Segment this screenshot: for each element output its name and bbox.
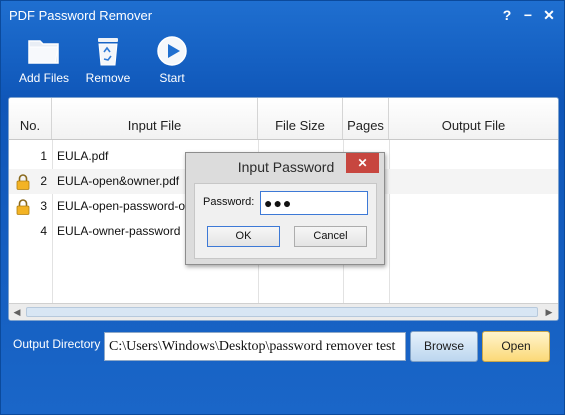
toolbar: Add Files Remove Start: [1, 35, 564, 91]
row-number: 3: [40, 199, 47, 213]
col-no[interactable]: No.: [9, 98, 52, 139]
col-output-file[interactable]: Output File: [389, 98, 558, 139]
title-bar: PDF Password Remover ? − ✕: [1, 1, 564, 31]
browse-button[interactable]: Browse: [410, 331, 478, 362]
password-label: Password:: [203, 196, 255, 208]
row-number: 1: [40, 149, 47, 163]
input-password-dialog: Input Password ✕ Password: ●●● OK Cancel: [185, 152, 385, 265]
col-file-size[interactable]: File Size: [258, 98, 343, 139]
dialog-close-button[interactable]: ✕: [346, 153, 379, 173]
add-files-button[interactable]: Add Files: [12, 35, 76, 85]
output-directory-label: Output Directory: [13, 337, 101, 351]
close-button[interactable]: ✕: [540, 6, 558, 24]
col-input-file[interactable]: Input File: [52, 98, 258, 139]
row-number: 2: [40, 174, 47, 188]
remove-button[interactable]: Remove: [76, 35, 140, 85]
horizontal-scrollbar[interactable]: ◀ ▶: [9, 303, 558, 320]
output-directory-input[interactable]: C:\Users\Windows\Desktop\password remove…: [104, 332, 406, 361]
play-icon: [157, 36, 187, 66]
dialog-body: Password: ●●● OK Cancel: [194, 183, 377, 259]
help-button[interactable]: ?: [498, 6, 516, 24]
remove-label: Remove: [85, 71, 131, 85]
open-button[interactable]: Open: [482, 331, 550, 362]
ok-button[interactable]: OK: [207, 226, 280, 247]
recycle-bin-icon: [98, 38, 118, 66]
cancel-button[interactable]: Cancel: [294, 226, 367, 247]
scroll-right-icon[interactable]: ▶: [541, 304, 557, 320]
add-files-label: Add Files: [18, 71, 70, 85]
start-label: Start: [159, 71, 185, 85]
password-input[interactable]: ●●●: [260, 191, 368, 215]
row-number: 4: [40, 224, 47, 238]
window-title: PDF Password Remover: [9, 8, 153, 23]
app-window: PDF Password Remover ? − ✕ Add Files Rem…: [0, 0, 565, 415]
scrollbar-thumb[interactable]: [26, 307, 538, 317]
folder-icon: [28, 40, 59, 64]
table-header: No. Input File File Size Pages Output Fi…: [9, 98, 558, 140]
col-pages[interactable]: Pages: [343, 98, 389, 139]
scroll-left-icon[interactable]: ◀: [9, 304, 25, 320]
start-button[interactable]: Start: [140, 35, 204, 85]
minimize-button[interactable]: −: [519, 6, 537, 24]
